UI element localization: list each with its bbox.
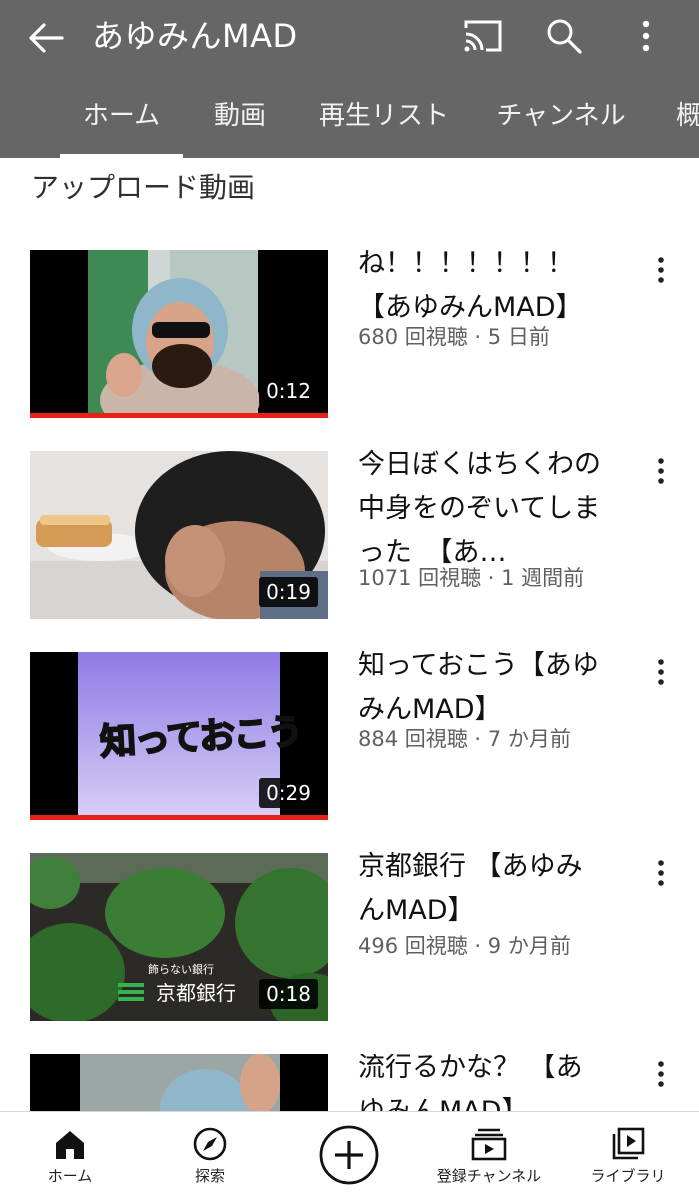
more-options-icon[interactable]	[632, 16, 660, 56]
video-item[interactable]: 流行るかな？ 【あゆみんMAD】	[0, 1054, 699, 1111]
subscriptions-icon	[471, 1128, 507, 1161]
watch-progress-bar	[30, 815, 328, 820]
video-duration: 0:19	[259, 577, 318, 607]
nav-explore[interactable]: 探索	[160, 1112, 260, 1201]
video-menu-icon[interactable]	[650, 254, 672, 286]
video-title[interactable]: 知っておこう【あゆみんMAD】	[358, 644, 608, 732]
search-icon[interactable]	[544, 16, 584, 56]
video-meta: 884 回視聴 · 7 か月前	[358, 727, 571, 751]
channel-tabs: ホーム 動画 再生リスト チャンネル 概	[0, 90, 699, 158]
library-icon	[612, 1127, 645, 1160]
video-thumbnail[interactable]: 0:19	[30, 451, 328, 619]
video-menu-icon[interactable]	[650, 857, 672, 889]
create-icon	[319, 1125, 379, 1185]
thumbnail-text: 知っておこう	[98, 711, 303, 764]
video-title[interactable]: 流行るかな？ 【あゆみんMAD】	[358, 1054, 608, 1111]
video-thumbnail[interactable]: 知っておこう 0:29	[30, 652, 328, 820]
video-title[interactable]: 今日ぼくはちくわの中身をのぞいてしまった 【あ…	[358, 443, 608, 575]
video-thumbnail[interactable]: 0:12	[30, 250, 328, 418]
tab-videos[interactable]: 動画	[204, 90, 276, 158]
nav-home[interactable]: ホーム	[20, 1112, 120, 1201]
video-item[interactable]: 0:12 ね！！！！！！！【あゆみんMAD】 680 回視聴 · 5 日前	[0, 248, 699, 420]
home-icon	[56, 1131, 84, 1159]
video-thumbnail[interactable]: 飾らない銀行 京都銀行 0:18	[30, 853, 328, 1021]
tab-home[interactable]: ホーム	[60, 90, 183, 158]
nav-home-label: ホーム	[47, 1167, 93, 1185]
video-duration: 0:12	[259, 376, 318, 406]
channel-title: あゆみんMAD	[92, 17, 298, 55]
nav-explore-label: 探索	[194, 1167, 225, 1185]
video-item[interactable]: 飾らない銀行 京都銀行 0:18 京都銀行 【あゆみんMAD】 496 回視聴 …	[0, 851, 699, 1023]
cast-icon[interactable]	[462, 18, 504, 54]
nav-subscriptions-label: 登録チャンネル	[436, 1167, 542, 1185]
thumbnail-caption: 飾らない銀行	[148, 963, 214, 976]
video-duration: 0:29	[259, 778, 318, 808]
nav-library[interactable]: ライブラリ	[578, 1112, 678, 1201]
tab-channels[interactable]: チャンネル	[492, 90, 630, 158]
video-menu-icon[interactable]	[650, 1058, 672, 1090]
video-meta: 680 回視聴 · 5 日前	[358, 325, 550, 349]
watch-progress-bar	[30, 413, 328, 418]
video-item[interactable]: 知っておこう 0:29 知っておこう【あゆみんMAD】 884 回視聴 · 7 …	[0, 650, 699, 822]
video-meta: 1071 回視聴 · 1 週間前	[358, 566, 585, 590]
video-meta: 496 回視聴 · 9 か月前	[358, 934, 571, 958]
video-title[interactable]: 京都銀行 【あゆみんMAD】	[358, 845, 608, 933]
nav-create[interactable]	[299, 1112, 399, 1201]
video-menu-icon[interactable]	[650, 656, 672, 688]
nav-library-label: ライブラリ	[590, 1167, 666, 1185]
thumbnail-logo-text: 京都銀行	[156, 981, 236, 1005]
video-title[interactable]: ね！！！！！！！【あゆみんMAD】	[358, 242, 608, 330]
app-header: あゆみんMAD ホーム 動画 再生リスト チャンネル 概	[0, 0, 699, 158]
video-duration: 0:18	[259, 979, 318, 1009]
video-thumbnail[interactable]	[30, 1054, 328, 1111]
tab-about[interactable]: 概	[676, 90, 699, 158]
video-menu-icon[interactable]	[650, 455, 672, 487]
bottom-navigation: ホーム 探索 登録チャンネル ライブラリ	[0, 1111, 699, 1201]
video-item[interactable]: 0:19 今日ぼくはちくわの中身をのぞいてしまった 【あ… 1071 回視聴 ·…	[0, 449, 699, 621]
nav-subscriptions[interactable]: 登録チャンネル	[424, 1112, 554, 1201]
section-title: アップロード動画	[31, 171, 256, 204]
explore-icon	[193, 1127, 227, 1161]
back-arrow-icon[interactable]	[26, 18, 66, 58]
tab-playlists[interactable]: 再生リスト	[314, 90, 454, 158]
